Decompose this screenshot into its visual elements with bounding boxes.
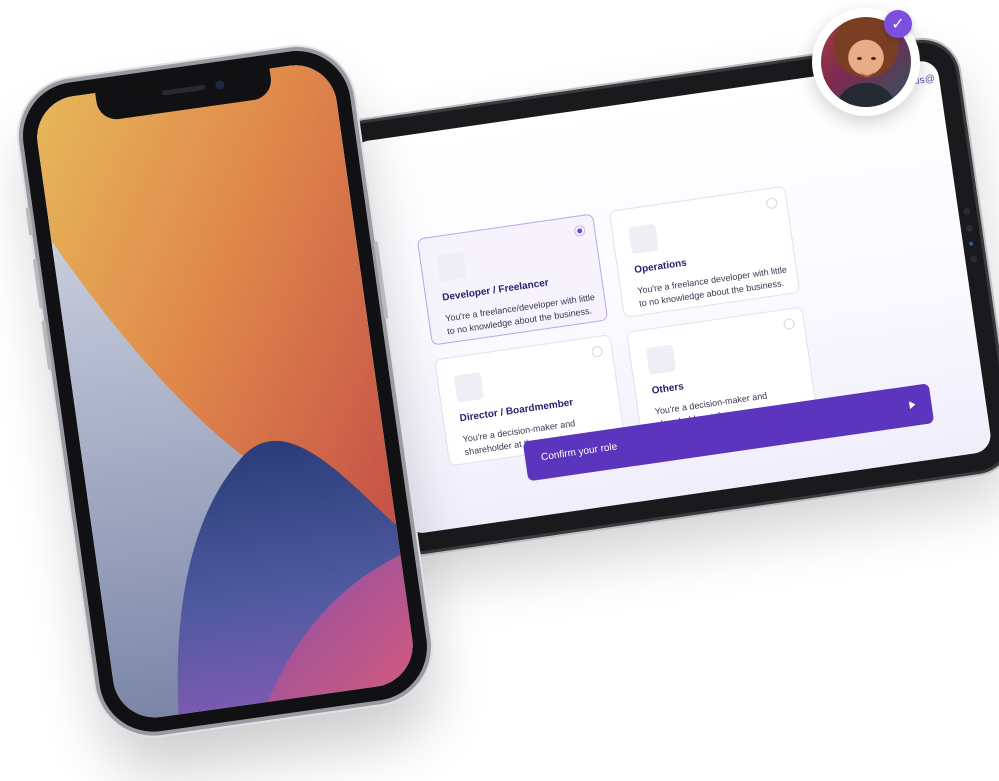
play-arrow-icon xyxy=(908,400,916,410)
role-image-placeholder xyxy=(436,251,467,282)
tablet-device: tommyodus@ Developer / Freelancer You're… xyxy=(330,38,999,556)
role-image-placeholder xyxy=(453,372,485,403)
role-selection-screen: tommyodus@ Developer / Freelancer You're… xyxy=(350,58,993,536)
role-radio[interactable] xyxy=(765,197,778,210)
role-title: Operations xyxy=(633,257,688,276)
role-title: Others xyxy=(651,381,685,397)
checkmark-icon: ✓ xyxy=(884,10,912,38)
role-radio[interactable] xyxy=(590,345,604,358)
role-card-developer[interactable]: Developer / Freelancer You're a freelanc… xyxy=(416,213,609,346)
role-image-placeholder xyxy=(628,223,659,255)
role-card-operations[interactable]: Operations You're a freelance developer … xyxy=(608,185,801,318)
role-image-placeholder xyxy=(645,344,677,375)
role-radio[interactable] xyxy=(573,224,586,238)
role-radio[interactable] xyxy=(782,317,796,331)
confirm-role-label: Confirm your role xyxy=(540,441,618,464)
